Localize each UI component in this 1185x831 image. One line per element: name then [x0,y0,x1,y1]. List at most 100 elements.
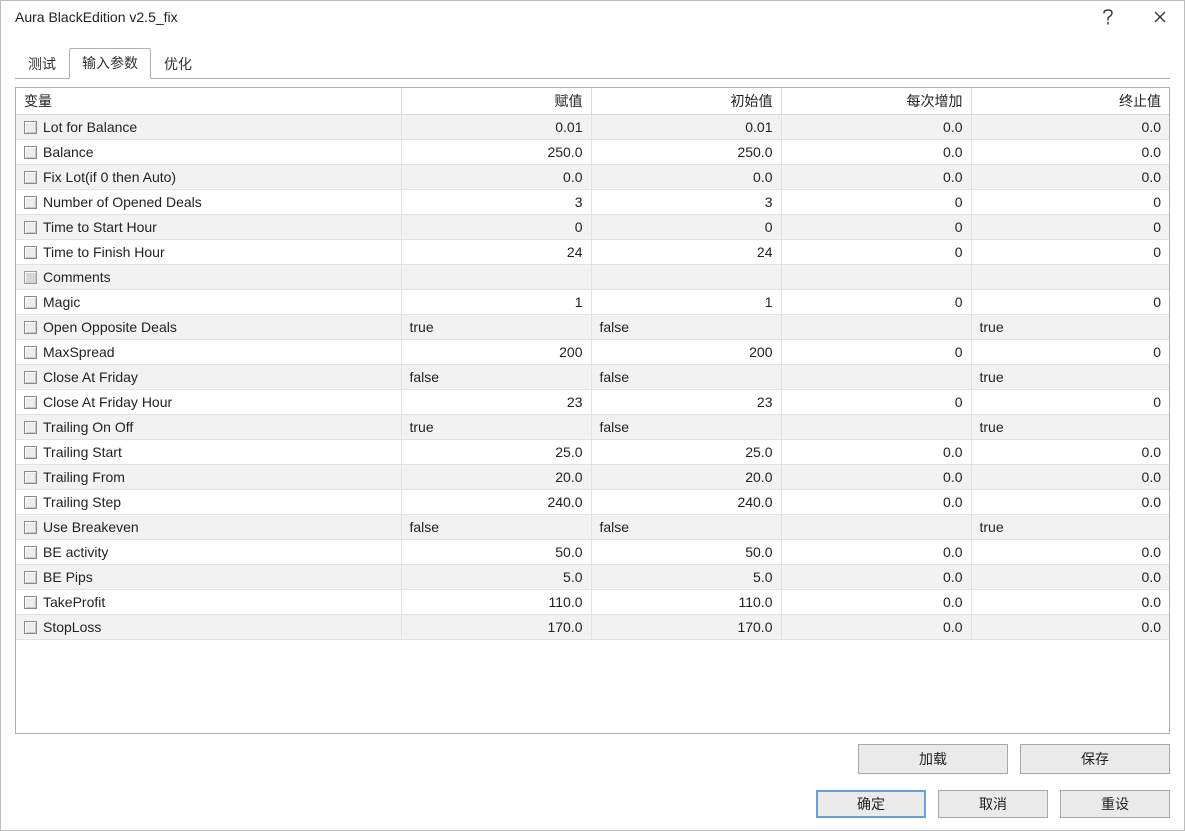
cell-step[interactable]: 0.0 [781,540,971,565]
cell-initial[interactable]: 23 [591,390,781,415]
table-row[interactable]: Fix Lot(if 0 then Auto)0.00.00.00.0 [16,165,1169,190]
cell-initial[interactable]: 0.0 [591,165,781,190]
table-row[interactable]: Close At Fridayfalsefalsetrue [16,365,1169,390]
cell-initial[interactable]: 3 [591,190,781,215]
cell-stop[interactable]: 0.0 [971,440,1169,465]
ok-button[interactable]: 确定 [816,790,926,818]
tab-test[interactable]: 测试 [15,49,69,79]
cell-initial[interactable]: 50.0 [591,540,781,565]
param-checkbox[interactable] [24,421,37,434]
table-row[interactable]: Close At Friday Hour232300 [16,390,1169,415]
cell-step[interactable] [781,415,971,440]
cell-initial[interactable]: 1 [591,290,781,315]
table-row[interactable]: Use Breakevenfalsefalsetrue [16,515,1169,540]
cell-variable[interactable]: BE Pips [16,565,401,590]
table-row[interactable]: Open Opposite Dealstruefalsetrue [16,315,1169,340]
col-step[interactable]: 每次增加 [781,88,971,115]
cell-initial[interactable]: 170.0 [591,615,781,640]
cell-step[interactable]: 0.0 [781,490,971,515]
cell-variable[interactable]: TakeProfit [16,590,401,615]
cell-initial[interactable]: false [591,315,781,340]
col-value[interactable]: 赋值 [401,88,591,115]
table-row[interactable]: StopLoss170.0170.00.00.0 [16,615,1169,640]
cell-stop[interactable]: 0.0 [971,115,1169,140]
cell-step[interactable]: 0.0 [781,590,971,615]
cell-value[interactable]: 250.0 [401,140,591,165]
cell-value[interactable]: 200 [401,340,591,365]
param-checkbox[interactable] [24,146,37,159]
cell-step[interactable]: 0 [781,340,971,365]
cell-initial[interactable] [591,265,781,290]
table-row[interactable]: Time to Finish Hour242400 [16,240,1169,265]
cell-value[interactable]: 25.0 [401,440,591,465]
cell-variable[interactable]: Use Breakeven [16,515,401,540]
cell-initial[interactable]: false [591,515,781,540]
table-row[interactable]: MaxSpread20020000 [16,340,1169,365]
cell-value[interactable]: 0.0 [401,165,591,190]
cell-initial[interactable]: 20.0 [591,465,781,490]
cell-stop[interactable]: 0 [971,340,1169,365]
param-checkbox[interactable] [24,346,37,359]
cell-step[interactable] [781,315,971,340]
cell-initial[interactable]: false [591,415,781,440]
cell-variable[interactable]: BE activity [16,540,401,565]
cell-step[interactable]: 0.0 [781,465,971,490]
cell-initial[interactable]: 110.0 [591,590,781,615]
table-row[interactable]: Lot for Balance0.010.010.00.0 [16,115,1169,140]
cell-variable[interactable]: Trailing Step [16,490,401,515]
cell-initial[interactable]: 200 [591,340,781,365]
cell-stop[interactable]: 0 [971,190,1169,215]
reset-button[interactable]: 重设 [1060,790,1170,818]
cell-variable[interactable]: MaxSpread [16,340,401,365]
help-button[interactable] [1094,3,1122,31]
param-checkbox[interactable] [24,571,37,584]
cell-variable[interactable]: Close At Friday Hour [16,390,401,415]
cell-variable[interactable]: Time to Finish Hour [16,240,401,265]
cell-variable[interactable]: Close At Friday [16,365,401,390]
cell-value[interactable]: 1 [401,290,591,315]
cell-stop[interactable]: 0 [971,290,1169,315]
cell-value[interactable]: 3 [401,190,591,215]
cell-step[interactable]: 0 [781,190,971,215]
cell-step[interactable]: 0.0 [781,115,971,140]
cell-value[interactable]: 110.0 [401,590,591,615]
cell-stop[interactable]: 0.0 [971,140,1169,165]
cell-step[interactable]: 0 [781,215,971,240]
table-row[interactable]: Number of Opened Deals3300 [16,190,1169,215]
cell-step[interactable]: 0.0 [781,565,971,590]
cell-stop[interactable]: 0.0 [971,165,1169,190]
param-checkbox[interactable] [24,246,37,259]
table-row[interactable]: Comments [16,265,1169,290]
close-button[interactable] [1146,3,1174,31]
table-row[interactable]: Trailing From20.020.00.00.0 [16,465,1169,490]
cell-variable[interactable]: Trailing Start [16,440,401,465]
param-checkbox[interactable] [24,396,37,409]
cell-initial[interactable]: 24 [591,240,781,265]
cell-stop[interactable]: 0.0 [971,615,1169,640]
param-checkbox[interactable] [24,321,37,334]
cell-step[interactable]: 0.0 [781,165,971,190]
table-row[interactable]: Trailing On Offtruefalsetrue [16,415,1169,440]
cell-variable[interactable]: StopLoss [16,615,401,640]
cell-initial[interactable]: 240.0 [591,490,781,515]
tab-inputs[interactable]: 输入参数 [69,48,151,79]
cell-step[interactable] [781,515,971,540]
param-checkbox[interactable] [24,521,37,534]
table-row[interactable]: TakeProfit110.0110.00.00.0 [16,590,1169,615]
save-button[interactable]: 保存 [1020,744,1170,774]
cell-variable[interactable]: Number of Opened Deals [16,190,401,215]
cell-value[interactable]: false [401,365,591,390]
table-row[interactable]: BE Pips5.05.00.00.0 [16,565,1169,590]
cell-step[interactable] [781,265,971,290]
col-variable[interactable]: 变量 [16,88,401,115]
cell-step[interactable]: 0 [781,390,971,415]
table-row[interactable]: Trailing Step240.0240.00.00.0 [16,490,1169,515]
cell-variable[interactable]: Magic [16,290,401,315]
cell-variable[interactable]: Time to Start Hour [16,215,401,240]
col-initial[interactable]: 初始值 [591,88,781,115]
cell-stop[interactable]: 0 [971,240,1169,265]
cell-value[interactable]: 170.0 [401,615,591,640]
cell-step[interactable]: 0 [781,290,971,315]
cell-stop[interactable]: 0.0 [971,490,1169,515]
cell-initial[interactable]: 5.0 [591,565,781,590]
